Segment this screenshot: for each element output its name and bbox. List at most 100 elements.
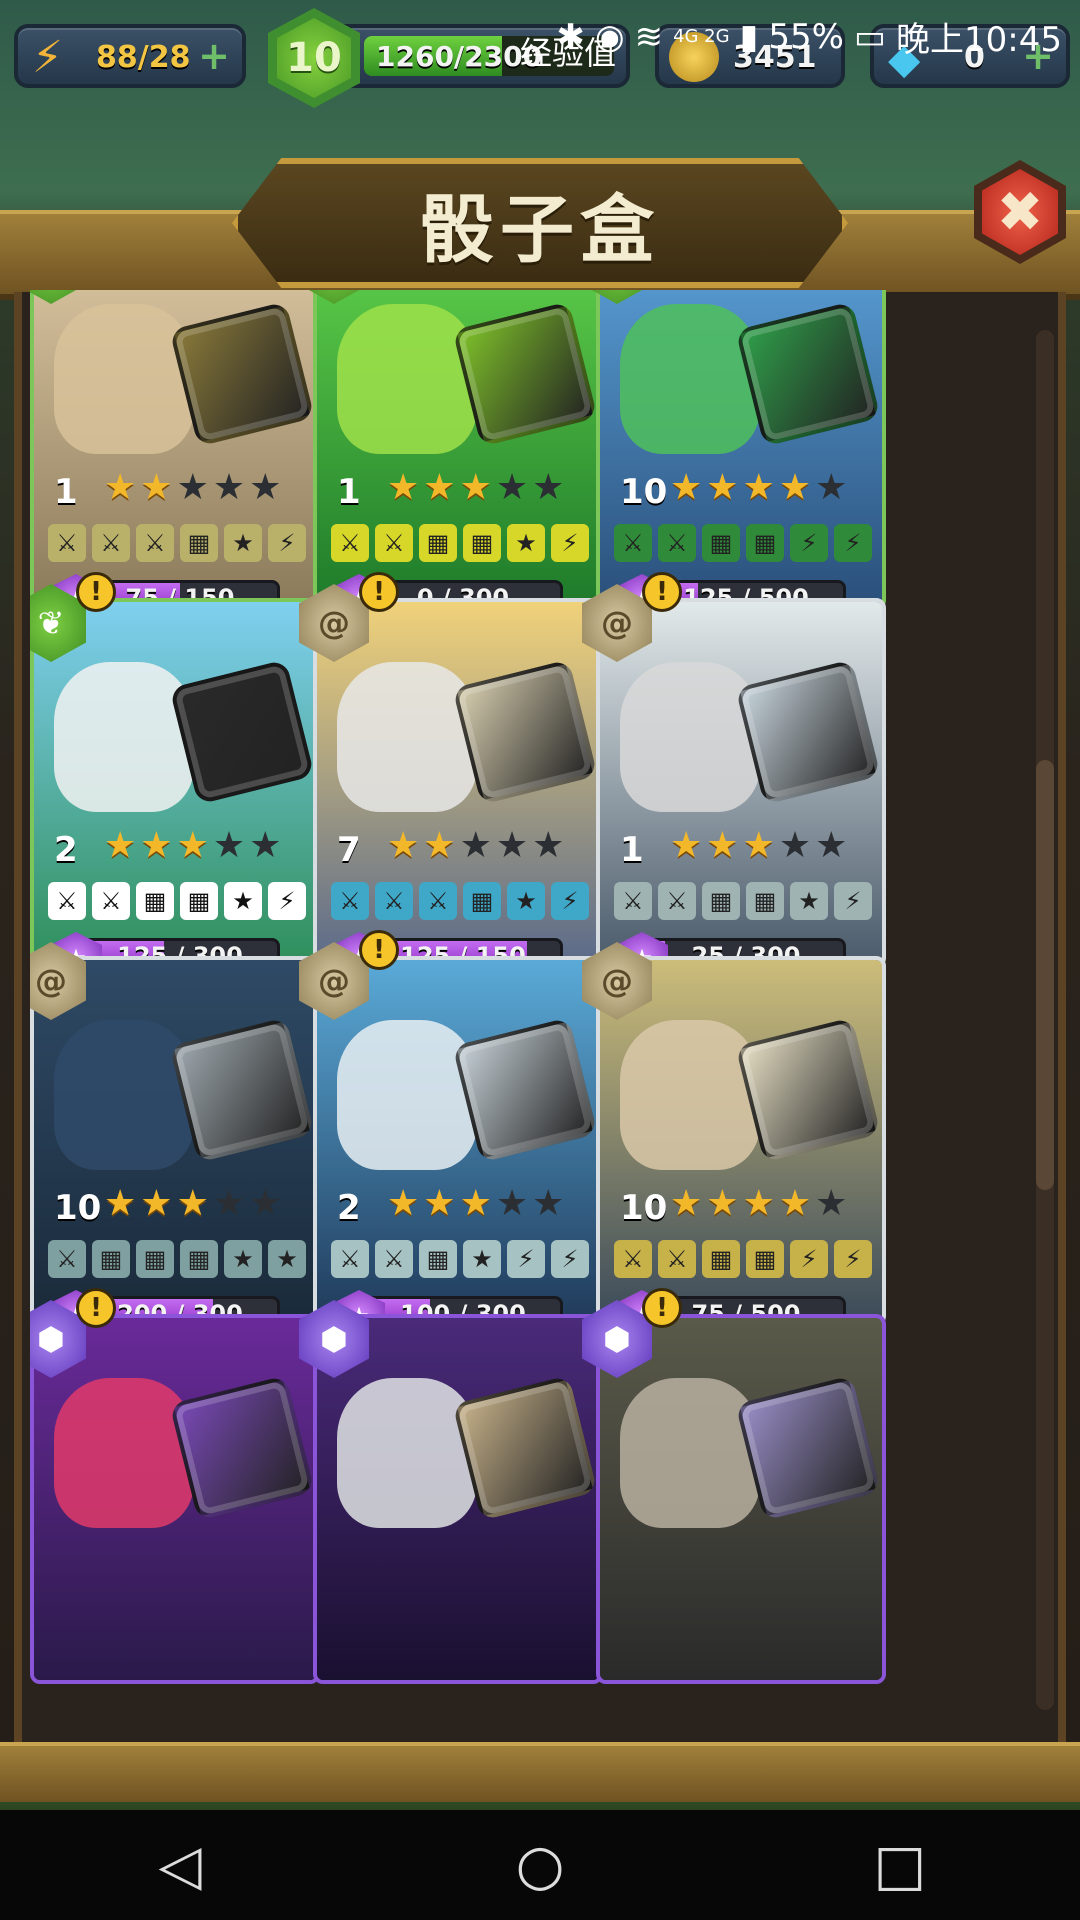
dice-face-icon: ▦ (746, 1240, 784, 1278)
dice-face-icon: ⚔ (614, 524, 652, 562)
star-icon: ★ (815, 1183, 848, 1224)
star-icon: ★ (140, 1183, 173, 1224)
card-level: 7 (337, 830, 361, 870)
star-icon: ★ (670, 467, 703, 508)
star-icon: ★ (495, 467, 529, 508)
star-icon: ★ (104, 467, 137, 508)
hero-portrait (54, 1378, 194, 1528)
star-icon: ★ (176, 467, 209, 508)
dice-card[interactable]: 10★★★★★⚔▦▦▦★★200 / 300★@ (30, 942, 320, 1342)
card-frame: 2 ★ ★ ★ ★ ★ ⚔ ⚔ ▦ ★ ⚡ ⚡ (313, 956, 603, 1326)
dice-card[interactable]: 10★★★★★⚔⚔▦▦⚡⚡75 / 500★@ (582, 942, 886, 1342)
star-icon: ★ (742, 467, 775, 508)
resource-hud: ⚡ 88/28 + 1260/2300 10 3451 ◆ 0 + 经验值 ✱ … (0, 0, 1080, 110)
hero-portrait (54, 662, 194, 812)
alert-icon: ! (76, 572, 116, 612)
star-icon: ★ (459, 467, 492, 508)
dice-face-icon: ⚔ (48, 524, 86, 562)
card-level: 10 (620, 472, 668, 512)
star-icon: ★ (104, 1183, 137, 1224)
card-frame: 1 ★ ★ ★ ★ ★ ⚔ ⚔ ⚔ ▦ ★ ⚡ (30, 290, 320, 610)
dice-face-icon: ▦ (419, 524, 457, 562)
dice-face-icon: ★ (268, 1240, 306, 1278)
dice-face-icon: ⚡ (834, 524, 872, 562)
card-level: 2 (337, 1188, 361, 1228)
dice-card[interactable]: 1★★★★★⚔⚔▦▦★⚡25 / 300★@! (582, 572, 886, 984)
dice-card[interactable]: ⬢! (30, 1288, 320, 1684)
dice-face-icon: ⚔ (614, 882, 652, 920)
dice-face-icon: ▦ (92, 1240, 130, 1278)
bluetooth-icon: ✱ (556, 16, 585, 57)
dice-face-icon: ⚔ (614, 1240, 652, 1278)
star-icon: ★ (423, 825, 456, 866)
dice-faces: ⚔ ⚔ ▦ ▦ ★ ⚡ (331, 524, 589, 562)
dice-face-icon: ⚔ (48, 882, 86, 920)
energy-pill[interactable]: ⚡ 88/28 + (14, 24, 246, 88)
dice-face-icon: ⚡ (551, 882, 589, 920)
dice-card[interactable]: ⬢! (582, 1288, 886, 1684)
card-level: 1 (337, 472, 361, 512)
hero-portrait (620, 1020, 760, 1170)
card-frame (30, 1314, 320, 1684)
star-rating: ★ ★ ★ ★ ★ (104, 470, 281, 506)
star-icon: ★ (423, 467, 456, 508)
dice-face-icon: ★ (507, 524, 545, 562)
dice-face-icon: ⚡ (268, 882, 306, 920)
hero-portrait (337, 1378, 477, 1528)
star-icon: ★ (423, 1183, 456, 1224)
alert-icon: ! (642, 572, 682, 612)
scrollbar-thumb[interactable] (1036, 760, 1054, 1190)
dice-face-icon: ⚔ (419, 882, 457, 920)
lightning-icon: ⚡ (32, 32, 63, 83)
card-frame: 1 ★ ★ ★ ★ ★ ⚔ ⚔ ▦ ▦ ★ ⚡ (596, 598, 886, 968)
hero-portrait (54, 304, 194, 454)
dice-face-icon: ★ (790, 882, 828, 920)
player-level: 10 (277, 18, 351, 98)
add-energy-button[interactable]: + (198, 34, 230, 78)
card-frame: 10 ★ ★ ★ ★ ★ ⚔ ⚔ ▦ ▦ ⚡ ⚡ (596, 290, 886, 610)
back-button[interactable]: ◁ (140, 1825, 220, 1905)
dice-face-icon: ★ (224, 1240, 262, 1278)
player-level-badge: 10 (268, 8, 360, 108)
hero-portrait (337, 662, 477, 812)
title-banner: 骰子盒 (232, 158, 848, 288)
dice-card[interactable]: 2★★★★★⚔⚔▦▦★⚡125 / 300★❦! (30, 572, 320, 984)
eye-icon: ◉ (594, 16, 625, 57)
dice-card[interactable]: ⬢ (299, 1300, 603, 1684)
star-icon: ★ (532, 1183, 565, 1224)
star-icon: ★ (459, 1183, 492, 1224)
star-icon: ★ (495, 825, 529, 866)
dice-card[interactable]: 1★★★★★⚔⚔⚔▦★⚡75 / 150★❦ (30, 290, 320, 626)
dice-face-icon: ▦ (746, 524, 784, 562)
star-icon: ★ (249, 467, 282, 508)
dice-card[interactable]: 7★★★★★⚔⚔⚔▦★⚡125 / 150★@! (299, 572, 603, 984)
dice-face-icon: ▦ (180, 1240, 218, 1278)
dice-card[interactable]: 10★★★★★⚔⚔▦▦⚡⚡125 / 500★❦ (582, 290, 886, 626)
hero-portrait (337, 304, 477, 454)
dice-face-icon: ▦ (702, 882, 740, 920)
dice-face-icon: ⚔ (658, 524, 696, 562)
dice-card[interactable]: 2★★★★★⚔⚔▦★⚡⚡100 / 300★@! (299, 930, 603, 1342)
star-icon: ★ (212, 825, 246, 866)
recents-button[interactable]: □ (860, 1825, 940, 1905)
home-button[interactable]: ○ (500, 1825, 580, 1905)
star-icon: ★ (815, 467, 848, 508)
dice-face-icon: ⚔ (658, 1240, 696, 1278)
dice-face-icon: ▦ (180, 524, 218, 562)
energy-value: 88/28 (96, 40, 191, 75)
card-level: 10 (620, 1188, 668, 1228)
card-level: 2 (54, 830, 78, 870)
dice-face-icon: ⚔ (136, 524, 174, 562)
bottom-wood (0, 1742, 1080, 1802)
alert-icon: ! (642, 1288, 682, 1328)
hero-portrait (54, 1020, 194, 1170)
star-icon: ★ (778, 825, 812, 866)
star-icon: ★ (495, 1183, 529, 1224)
star-icon: ★ (778, 1183, 812, 1224)
dice-faces: ⚔ ⚔ ▦ ★ ⚡ ⚡ (331, 1240, 589, 1278)
dice-face-icon: ⚔ (375, 882, 413, 920)
dice-face-icon: ★ (463, 1240, 501, 1278)
dice-card[interactable]: 1★★★★★⚔⚔▦▦★⚡0 / 300★❦ (299, 290, 603, 626)
hero-portrait (337, 1020, 477, 1170)
dice-face-icon: ⚔ (331, 882, 369, 920)
